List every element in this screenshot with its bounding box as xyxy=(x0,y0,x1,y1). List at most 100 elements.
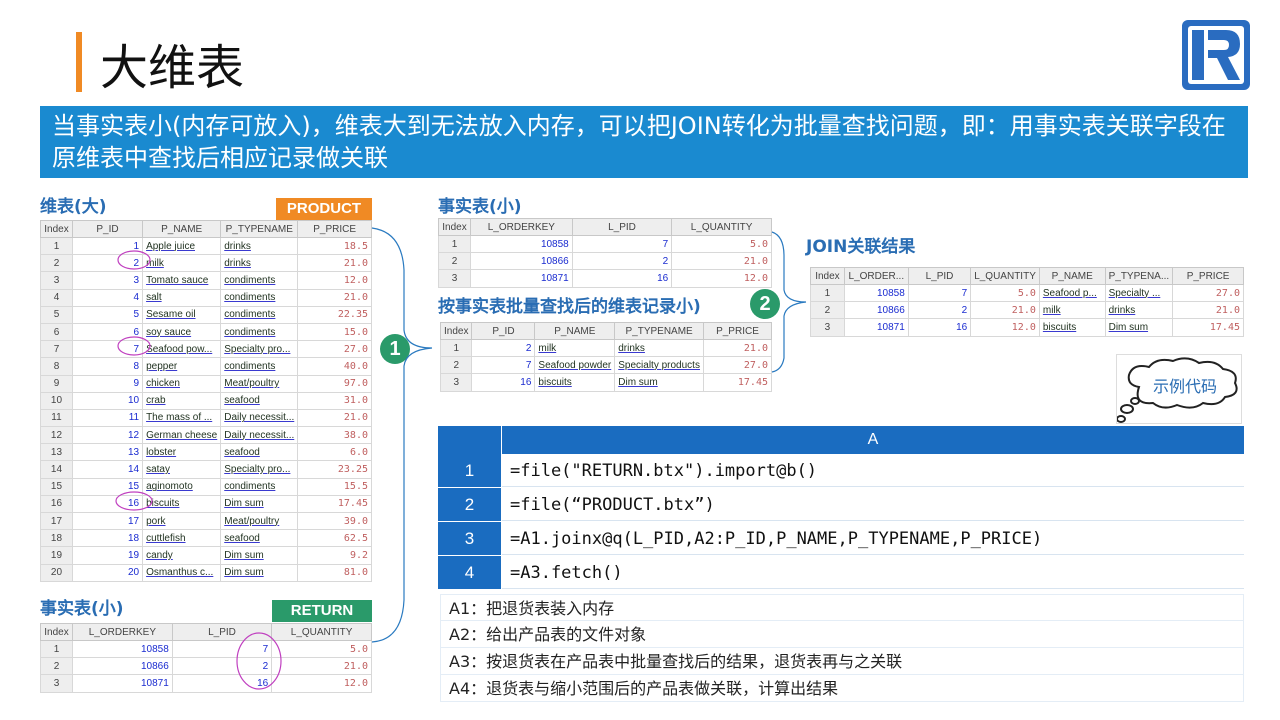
table-cell[interactable]: 17 xyxy=(71,511,144,531)
table-cell[interactable]: 2 xyxy=(810,301,845,320)
table-row[interactable]: 16 16 biscuits Dim sum 17.45 xyxy=(40,494,372,514)
column-header[interactable]: L_ORDERKEY xyxy=(469,218,573,236)
table-cell[interactable]: 5.0 xyxy=(271,639,372,659)
table-cell[interactable]: 2 xyxy=(907,301,972,320)
table-cell[interactable]: 10858 xyxy=(843,283,909,303)
table-cell[interactable]: milk xyxy=(142,254,222,273)
table-row[interactable]: 3 10871 16 12.0 xyxy=(40,674,372,693)
table-cell[interactable]: Specialty pro... xyxy=(220,340,299,359)
column-header[interactable]: L_PID xyxy=(171,623,273,641)
table-cell[interactable]: milk xyxy=(1038,301,1106,320)
column-header[interactable]: Index xyxy=(810,267,845,285)
table-cell[interactable]: satay xyxy=(142,460,222,479)
column-header[interactable]: L_ORDERKEY xyxy=(71,623,173,641)
table-row[interactable]: 12 12 German cheese Daily necessit... 38.0 xyxy=(40,426,372,445)
table-cell[interactable]: 7 xyxy=(907,283,972,303)
column-header[interactable]: P_PRICE xyxy=(297,220,372,238)
table-cell[interactable]: 2 xyxy=(40,657,73,676)
code-row-number[interactable]: 4 xyxy=(438,556,502,589)
table-row[interactable]: 2 2 milk drinks 21.0 xyxy=(40,254,372,273)
table-cell[interactable]: candy xyxy=(142,546,222,565)
table-cell[interactable]: 2 xyxy=(71,254,144,273)
table-cell[interactable]: salt xyxy=(142,288,222,307)
column-header[interactable]: Index xyxy=(40,220,73,238)
table-cell[interactable]: Dim sum xyxy=(220,494,299,514)
table-cell[interactable]: biscuits xyxy=(142,494,222,514)
table-cell[interactable]: Daily necessit... xyxy=(220,426,299,445)
table-cell[interactable]: Apple juice xyxy=(142,236,222,256)
table-cell[interactable]: drinks xyxy=(220,236,299,256)
table-cell[interactable]: 17 xyxy=(40,511,73,531)
table-row[interactable]: 9 9 chicken Meat/poultry 97.0 xyxy=(40,374,372,393)
table-cell[interactable]: 21.0 xyxy=(671,252,772,271)
column-header[interactable]: P_ID xyxy=(471,322,536,340)
table-cell[interactable]: 12 xyxy=(40,426,73,445)
table-cell[interactable]: 19 xyxy=(40,546,73,565)
table-cell[interactable]: seafood xyxy=(220,529,299,548)
table-cell[interactable]: chicken xyxy=(142,374,222,393)
table-row[interactable]: 17 17 pork Meat/poultry 39.0 xyxy=(40,511,372,531)
column-header[interactable]: L_PID xyxy=(571,218,673,236)
table-cell[interactable]: 7 xyxy=(471,356,536,375)
column-header[interactable]: P_NAME xyxy=(534,322,616,340)
table-row[interactable]: 3 10871 16 12.0 biscuits Dim sum 17.45 xyxy=(810,318,1244,337)
table-row[interactable]: 2 7 Seafood powder Specialty products 27.0 xyxy=(439,356,773,375)
table-cell[interactable]: drinks xyxy=(614,338,704,358)
table-cell[interactable]: 5.0 xyxy=(970,283,1040,303)
table-row[interactable]: 3 3 Tomato sauce condiments 12.0 xyxy=(40,271,372,290)
table-cell[interactable]: 19 xyxy=(71,546,144,565)
code-cell[interactable]: =file(“PRODUCT.btx”) xyxy=(502,488,1244,521)
code-cell[interactable]: =A1.joinx@q(L_PID,A2:P_ID,P_NAME,P_TYPEN… xyxy=(502,522,1244,555)
column-header[interactable]: P_TYPENAME xyxy=(614,322,704,340)
table-cell[interactable]: 81.0 xyxy=(297,563,372,582)
table-cell[interactable]: 3 xyxy=(810,318,845,337)
table-cell[interactable]: Meat/poultry xyxy=(220,374,299,393)
table-cell[interactable]: 3 xyxy=(438,269,471,288)
code-column-header[interactable]: A xyxy=(502,426,1244,454)
table-cell[interactable]: 1 xyxy=(438,234,471,254)
table-cell[interactable]: 31.0 xyxy=(297,391,372,410)
table-cell[interactable]: 16 xyxy=(907,318,972,337)
table-cell[interactable]: 21.0 xyxy=(271,657,372,676)
table-cell[interactable]: 15 xyxy=(40,477,73,496)
table-cell[interactable]: 15.5 xyxy=(297,477,372,496)
table-cell[interactable]: 3 xyxy=(40,271,73,290)
table-cell[interactable]: Specialty ... xyxy=(1104,283,1174,303)
code-row-number[interactable]: 1 xyxy=(438,454,502,487)
table-cell[interactable]: 6.0 xyxy=(297,443,372,462)
table-cell[interactable]: 15 xyxy=(71,477,144,496)
table-cell[interactable]: cuttlefish xyxy=(142,529,222,548)
table-cell[interactable]: 10 xyxy=(71,391,144,410)
table-row[interactable]: 3 16 biscuits Dim sum 17.45 xyxy=(439,373,773,392)
table-cell[interactable]: drinks xyxy=(1104,301,1174,320)
table-cell[interactable]: 12 xyxy=(71,426,144,445)
table-cell[interactable]: 62.5 xyxy=(297,529,372,548)
table-cell[interactable]: seafood xyxy=(220,391,299,410)
table-cell[interactable]: 22.35 xyxy=(297,305,372,324)
table-cell[interactable]: Dim sum xyxy=(220,546,299,565)
table-row[interactable]: 20 20 Osmanthus c... Dim sum 81.0 xyxy=(40,563,372,582)
table-row[interactable]: 10 10 crab seafood 31.0 xyxy=(40,391,372,410)
table-cell[interactable]: 7 xyxy=(171,639,273,659)
table-cell[interactable]: 3 xyxy=(71,271,144,290)
table-cell[interactable]: 15.0 xyxy=(297,322,372,342)
table-cell[interactable]: 17.45 xyxy=(297,494,372,514)
table-cell[interactable]: 40.0 xyxy=(297,357,372,376)
table-row[interactable]: 4 4 salt condiments 21.0 xyxy=(40,288,372,307)
table-cell[interactable]: 10858 xyxy=(71,639,173,659)
table-cell[interactable]: 9 xyxy=(71,374,144,393)
table-cell[interactable]: 3 xyxy=(439,373,473,392)
table-cell[interactable]: soy sauce xyxy=(142,322,222,342)
table-cell[interactable]: 1 xyxy=(71,236,144,256)
table-cell[interactable]: Dim sum xyxy=(220,563,299,582)
table-row[interactable]: 1 2 milk drinks 21.0 xyxy=(439,338,773,358)
table-row[interactable]: 5 5 Sesame oil condiments 22.35 xyxy=(40,305,372,324)
column-header[interactable]: Index xyxy=(40,623,73,641)
table-cell[interactable]: German cheese xyxy=(142,426,222,445)
table-cell[interactable]: 14 xyxy=(71,460,144,479)
column-header[interactable]: P_PRICE xyxy=(702,322,773,340)
column-header[interactable]: L_ORDER... xyxy=(843,267,909,285)
table-cell[interactable]: 11 xyxy=(71,408,144,428)
table-row[interactable]: 1 10858 7 5.0 Seafood p... Specialty ... 27.0 xyxy=(810,283,1244,303)
table-cell[interactable]: 21.0 xyxy=(970,301,1040,320)
